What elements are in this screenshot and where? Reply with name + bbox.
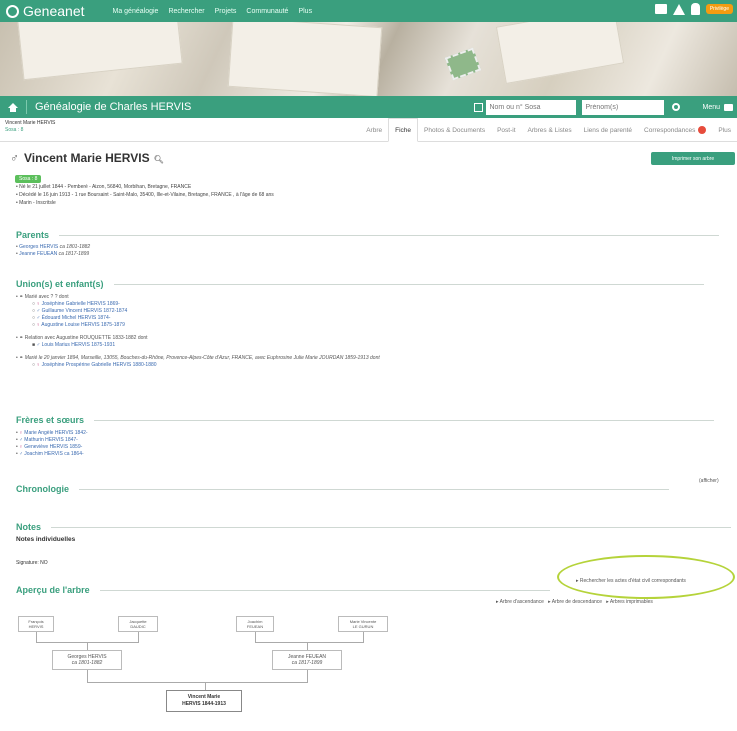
section-tree-preview: Aperçu de l'arbre xyxy=(16,585,550,595)
header-banner-image xyxy=(0,22,737,96)
mail-icon[interactable] xyxy=(654,4,667,14)
highlight-annotation xyxy=(557,555,735,599)
tab-fiche[interactable]: Fiche xyxy=(388,118,419,142)
parents-list: • Georges HERVIS ca 1801-1882 • Jeanne F… xyxy=(16,244,90,258)
sibling-item[interactable]: • ♀ Marie Angèle HERVIS 1842- xyxy=(16,430,88,437)
tree-grandparent[interactable]: François HERVIS xyxy=(18,616,54,632)
tree-title[interactable]: Généalogie de Charles HERVIS xyxy=(35,101,191,113)
nav-projects[interactable]: Projets xyxy=(215,8,237,15)
breadcrumb-sosa: Sosa : 8 xyxy=(5,127,24,133)
tab-correspondances[interactable]: Correspondances xyxy=(638,118,712,142)
unions-list: • ⚭ Marié avec ? ? dont ○ ♀ Joséphine Ga… xyxy=(16,294,380,369)
section-parents: Parents xyxy=(16,230,720,240)
child-item[interactable]: ○ ♀ Augustine Louise HERVIS 1875-1879 xyxy=(32,322,380,329)
section-unions: Union(s) et enfant(s) xyxy=(16,279,704,289)
person-facts: • Né le 21 juillet 1844 - Pemberé - Aizo… xyxy=(16,183,274,207)
fact-birth: • Né le 21 juillet 1844 - Pemberé - Aizo… xyxy=(16,184,192,190)
nav-search[interactable]: Rechercher xyxy=(168,8,204,15)
notes-signature: Signature: NO xyxy=(16,560,48,566)
tab-photos[interactable]: Photos & Documents xyxy=(418,118,491,142)
notes-subheading: Notes individuelles xyxy=(16,536,76,543)
search-type-icon[interactable] xyxy=(474,102,484,112)
home-icon[interactable] xyxy=(8,102,18,112)
tree-links: ▸ Arbre d'ascendance ▸ Arbre de descenda… xyxy=(496,599,653,605)
tree-bar: Généalogie de Charles HERVIS Menu xyxy=(0,96,737,118)
sosa-badge: Sosa : 8 xyxy=(15,175,42,183)
privilege-badge[interactable]: Privilège xyxy=(705,4,733,14)
breadcrumb: Vincent Marie HERVIS Sosa : 8 xyxy=(5,120,55,134)
union-3-children: ○ ♀ Joséphine Prospérine Gabrielle HERVI… xyxy=(16,362,380,369)
tree-parent-mother[interactable]: Jeanne FEUEAN ca 1817-1899 xyxy=(272,650,342,670)
male-icon: ♂ xyxy=(10,151,19,165)
sibling-item[interactable]: • ♀ Geneviève HERVIS 1859- xyxy=(16,444,88,451)
union-1: • ⚭ Marié avec ? ? dont xyxy=(16,294,69,300)
firstname-input[interactable] xyxy=(582,99,665,115)
sosa-search-input[interactable] xyxy=(486,99,577,115)
chronology-toggle[interactable]: (afficher) xyxy=(699,478,719,484)
child-item[interactable]: ○ ♂ Édouard Michel HERVIS 1874- xyxy=(32,315,380,322)
nav-my-genealogy[interactable]: Ma généalogie xyxy=(113,8,159,15)
child-item[interactable]: ○ ♀ Joséphine Gabrielle HERVIS 1869- xyxy=(32,301,380,308)
search-icon[interactable] xyxy=(664,96,688,118)
user-icon[interactable] xyxy=(690,3,700,15)
child-item[interactable]: ■ ♂ Louis Marius HERVIS 1875-1931 xyxy=(32,342,380,349)
section-notes: Notes xyxy=(16,522,732,532)
nav-community[interactable]: Communauté xyxy=(246,8,288,15)
search-person-icon[interactable]: 🔍︎ xyxy=(154,155,164,164)
fact-death: • Décédé le 16 juin 1913 - 1 rue Boursai… xyxy=(16,192,274,198)
top-navbar: Geneanet Ma généalogie Rechercher Projet… xyxy=(0,0,737,22)
nav-more[interactable]: Plus xyxy=(298,8,312,15)
child-item[interactable]: ○ ♀ Joséphine Prospérine Gabrielle HERVI… xyxy=(32,362,380,369)
ascendance-link[interactable]: ▸ Arbre d'ascendance xyxy=(496,599,544,605)
person-name: Vincent Marie HERVIS xyxy=(24,151,150,165)
print-tree-button[interactable]: Imprimer son arbre xyxy=(651,152,735,165)
tab-correspondances-label: Correspondances xyxy=(644,126,696,134)
geneanet-logo[interactable]: Geneanet xyxy=(6,3,85,19)
menu-icon xyxy=(724,103,733,111)
logo-text: Geneanet xyxy=(23,3,85,19)
menu-label: Menu xyxy=(702,103,720,111)
section-chronology: Chronologie xyxy=(16,484,669,494)
stamp-decoration xyxy=(444,47,482,81)
tree-parent-father[interactable]: Georges HERVIS ca 1801-1882 xyxy=(52,650,122,670)
sibling-item[interactable]: • ♂ Mathurin HERVIS 1847- xyxy=(16,437,88,444)
descendance-link[interactable]: ▸ Arbre de descendance xyxy=(548,599,602,605)
union-1-children: ○ ♀ Joséphine Gabrielle HERVIS 1869- ○ ♂… xyxy=(16,301,380,329)
child-item[interactable]: ○ ♂ Guillaume Vincent HERVIS 1872-1874 xyxy=(32,308,380,315)
alert-icon xyxy=(698,126,707,134)
tab-postit[interactable]: Post-it xyxy=(491,118,521,142)
union-2: • ⚭ Relation avec Augustine ROUQUETTE 18… xyxy=(16,335,148,341)
bell-icon[interactable] xyxy=(672,3,685,15)
union-2-children: ■ ♂ Louis Marius HERVIS 1875-1931 xyxy=(16,342,380,349)
parent-father[interactable]: • Georges HERVIS ca 1801-1882 xyxy=(16,244,90,251)
menu-button[interactable]: Menu xyxy=(702,103,733,111)
tab-plus[interactable]: Plus xyxy=(712,118,737,142)
tree-grandparent[interactable]: Marie Vincente LE GURUN xyxy=(338,616,388,632)
tree-grandparent[interactable]: Joachim FEUEAN xyxy=(236,616,274,632)
person-heading: ♂ Vincent Marie HERVIS 🔍︎ xyxy=(10,151,164,165)
union-3: • ⚭ Marié le 20 janvier 1894, Marseille,… xyxy=(16,355,380,361)
person-tabbar: Vincent Marie HERVIS Sosa : 8 Arbre Fich… xyxy=(0,118,737,142)
logo-icon xyxy=(6,4,19,18)
printable-trees-link[interactable]: ▸ Arbres imprimables xyxy=(606,599,653,605)
tab-arbres-listes[interactable]: Arbres & Listes xyxy=(522,118,578,142)
tree-grandparent[interactable]: Jacquette DAUDIC xyxy=(118,616,158,632)
tab-liens[interactable]: Liens de parenté xyxy=(578,118,638,142)
parent-mother[interactable]: • Jeanne FEUEAN ca 1817-1899 xyxy=(16,251,90,258)
tree-self[interactable]: Vincent Marie HERVIS 1844-1913 xyxy=(166,690,242,712)
fact-occupation: • Marin - Inscritsle xyxy=(16,200,56,206)
breadcrumb-person[interactable]: Vincent Marie HERVIS xyxy=(5,120,55,127)
tab-arbre[interactable]: Arbre xyxy=(360,118,388,142)
sibling-item[interactable]: • ♂ Joachim HERVIS ca 1864- xyxy=(16,451,88,458)
section-siblings: Frères et sœurs xyxy=(16,415,715,425)
siblings-list: • ♀ Marie Angèle HERVIS 1842- • ♂ Mathur… xyxy=(16,430,88,458)
